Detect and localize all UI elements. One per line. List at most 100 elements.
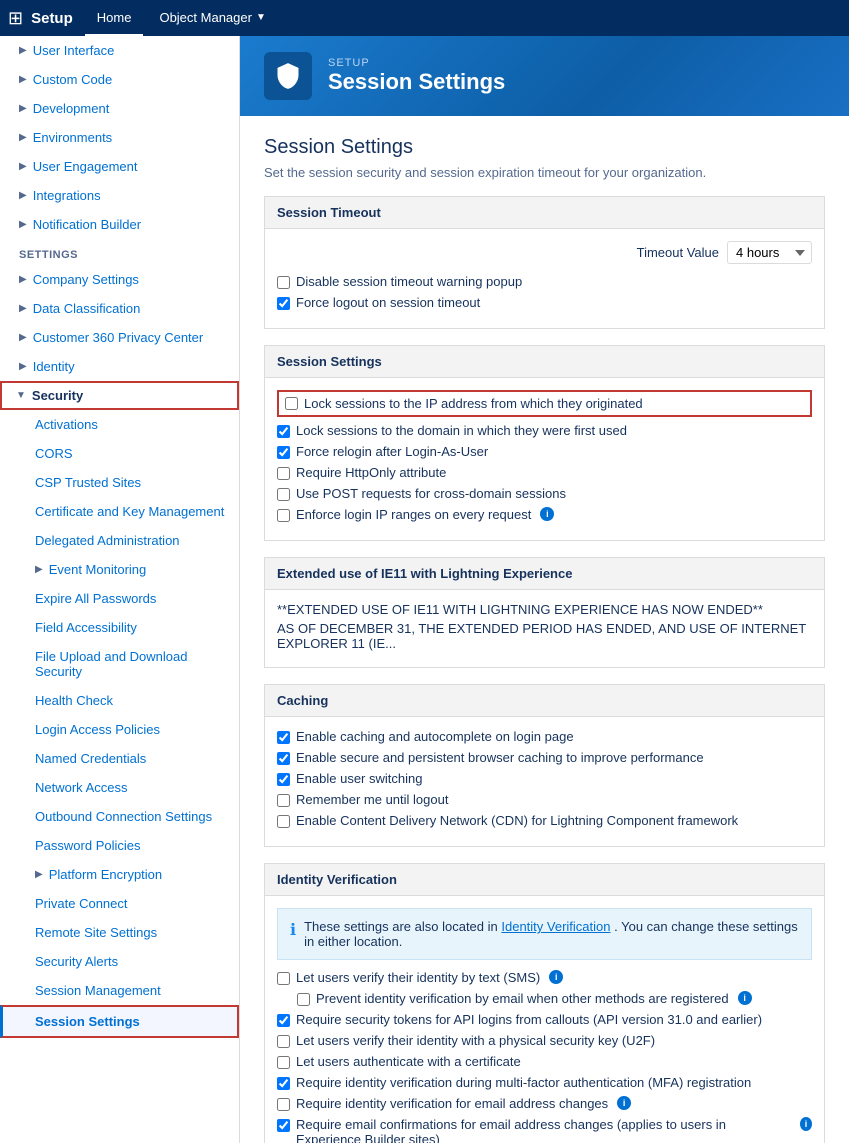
sidebar-item-delegated-admin[interactable]: Delegated Administration <box>0 526 239 555</box>
force-logout-checkbox[interactable] <box>277 297 290 310</box>
email-address-changes-label[interactable]: Require identity verification for email … <box>296 1096 608 1111</box>
identity-verification-link[interactable]: Identity Verification <box>501 919 610 934</box>
enable-caching-label[interactable]: Enable caching and autocomplete on login… <box>296 729 574 744</box>
enforce-ip-row: Enforce login IP ranges on every request… <box>277 507 812 522</box>
sidebar-item-notification-builder[interactable]: ▶ Notification Builder <box>0 210 239 239</box>
tab-home[interactable]: Home <box>85 0 144 36</box>
httponly-label[interactable]: Require HttpOnly attribute <box>296 465 446 480</box>
authenticate-certificate-label[interactable]: Let users authenticate with a certificat… <box>296 1054 521 1069</box>
timeout-select[interactable]: 2 hours 4 hours 8 hours 12 hours 24 hour… <box>727 241 812 264</box>
post-requests-label[interactable]: Use POST requests for cross-domain sessi… <box>296 486 566 501</box>
sidebar-item-security[interactable]: ▼ Security <box>0 381 239 410</box>
sidebar-item-data-classification[interactable]: ▶ Data Classification <box>0 294 239 323</box>
sidebar-item-company-settings[interactable]: ▶ Company Settings <box>0 265 239 294</box>
sidebar-item-file-upload-security[interactable]: File Upload and Download Security <box>0 642 239 686</box>
sidebar-item-health-check[interactable]: Health Check <box>0 686 239 715</box>
chevron-right-icon: ▶ <box>19 361 27 372</box>
chevron-right-icon: ▶ <box>19 332 27 343</box>
sidebar-item-named-credentials[interactable]: Named Credentials <box>0 744 239 773</box>
sidebar: ▶ User Interface ▶ Custom Code ▶ Develop… <box>0 36 240 1143</box>
verify-by-text-checkbox[interactable] <box>277 972 290 985</box>
sidebar-item-identity[interactable]: ▶ Identity <box>0 352 239 381</box>
enable-user-switching-label[interactable]: Enable user switching <box>296 771 422 786</box>
prevent-email-verification-checkbox[interactable] <box>297 993 310 1006</box>
info-icon-email-changes[interactable]: i <box>617 1096 631 1110</box>
remember-me-label[interactable]: Remember me until logout <box>296 792 448 807</box>
sidebar-item-platform-encryption[interactable]: ▶ Platform Encryption <box>0 860 239 889</box>
lock-domain-label[interactable]: Lock sessions to the domain in which the… <box>296 423 627 438</box>
mfa-registration-label[interactable]: Require identity verification during mul… <box>296 1075 751 1090</box>
sidebar-item-user-engagement[interactable]: ▶ User Engagement <box>0 152 239 181</box>
content-title: Session Settings <box>264 136 825 159</box>
sidebar-item-cors[interactable]: CORS <box>0 439 239 468</box>
chevron-right-icon: ▶ <box>19 74 27 85</box>
post-requests-checkbox[interactable] <box>277 488 290 501</box>
enforce-ip-label[interactable]: Enforce login IP ranges on every request <box>296 507 531 522</box>
ie11-line1: **EXTENDED USE OF IE11 WITH LIGHTNING EX… <box>277 602 812 617</box>
force-logout-label[interactable]: Force logout on session timeout <box>296 295 480 310</box>
sidebar-item-network-access[interactable]: Network Access <box>0 773 239 802</box>
verify-by-text-label[interactable]: Let users verify their identity by text … <box>296 970 540 985</box>
sidebar-item-remote-site-settings[interactable]: Remote Site Settings <box>0 918 239 947</box>
grid-icon[interactable]: ⊞ <box>8 8 23 29</box>
sidebar-item-event-monitoring[interactable]: ▶ Event Monitoring <box>0 555 239 584</box>
sidebar-item-security-alerts[interactable]: Security Alerts <box>0 947 239 976</box>
disable-timeout-warning-label[interactable]: Disable session timeout warning popup <box>296 274 522 289</box>
sidebar-item-environments[interactable]: ▶ Environments <box>0 123 239 152</box>
cdn-label[interactable]: Enable Content Delivery Network (CDN) fo… <box>296 813 738 828</box>
sidebar-item-expire-passwords[interactable]: Expire All Passwords <box>0 584 239 613</box>
sidebar-item-login-access-policies[interactable]: Login Access Policies <box>0 715 239 744</box>
lock-ip-label[interactable]: Lock sessions to the IP address from whi… <box>304 396 643 411</box>
sidebar-item-activations[interactable]: Activations <box>0 410 239 439</box>
chevron-right-icon: ▶ <box>35 869 43 880</box>
sidebar-item-csp-trusted-sites[interactable]: CSP Trusted Sites <box>0 468 239 497</box>
sidebar-item-development[interactable]: ▶ Development <box>0 94 239 123</box>
enable-user-switching-checkbox[interactable] <box>277 773 290 786</box>
tab-object-manager[interactable]: Object Manager ▼ <box>147 0 277 36</box>
sidebar-item-user-interface[interactable]: ▶ User Interface <box>0 36 239 65</box>
persistent-browser-cache-label[interactable]: Enable secure and persistent browser cac… <box>296 750 704 765</box>
sidebar-item-certificate-key-management[interactable]: Certificate and Key Management <box>0 497 239 526</box>
enable-caching-checkbox[interactable] <box>277 731 290 744</box>
enforce-ip-checkbox[interactable] <box>277 509 290 522</box>
chevron-right-icon: ▶ <box>19 190 27 201</box>
physical-security-key-row: Let users verify their identity with a p… <box>277 1033 812 1048</box>
physical-security-key-label[interactable]: Let users verify their identity with a p… <box>296 1033 655 1048</box>
cdn-checkbox[interactable] <box>277 815 290 828</box>
sidebar-item-session-management[interactable]: Session Management <box>0 976 239 1005</box>
info-icon-enforce-ip[interactable]: i <box>540 507 554 521</box>
mfa-registration-checkbox[interactable] <box>277 1077 290 1090</box>
info-icon-prevent-email[interactable]: i <box>738 991 752 1005</box>
sidebar-item-integrations[interactable]: ▶ Integrations <box>0 181 239 210</box>
identity-verification-info: ℹ These settings are also located in Ide… <box>277 908 812 960</box>
physical-security-key-checkbox[interactable] <box>277 1035 290 1048</box>
force-relogin-row: Force relogin after Login-As-User <box>277 444 812 459</box>
sidebar-item-private-connect[interactable]: Private Connect <box>0 889 239 918</box>
persistent-browser-cache-checkbox[interactable] <box>277 752 290 765</box>
prevent-email-verification-label[interactable]: Prevent identity verification by email w… <box>316 991 729 1006</box>
sidebar-item-outbound-connection[interactable]: Outbound Connection Settings <box>0 802 239 831</box>
disable-timeout-warning-checkbox[interactable] <box>277 276 290 289</box>
sidebar-item-password-policies[interactable]: Password Policies <box>0 831 239 860</box>
force-relogin-label[interactable]: Force relogin after Login-As-User <box>296 444 488 459</box>
remember-me-checkbox[interactable] <box>277 794 290 807</box>
authenticate-certificate-checkbox[interactable] <box>277 1056 290 1069</box>
sidebar-item-customer360[interactable]: ▶ Customer 360 Privacy Center <box>0 323 239 352</box>
sidebar-item-field-accessibility[interactable]: Field Accessibility <box>0 613 239 642</box>
force-relogin-checkbox[interactable] <box>277 446 290 459</box>
sidebar-item-custom-code[interactable]: ▶ Custom Code <box>0 65 239 94</box>
content-area: Session Settings Set the session securit… <box>240 116 849 1143</box>
identity-verification-section: Identity Verification ℹ These settings a… <box>264 863 825 1143</box>
email-confirmations-label[interactable]: Require email confirmations for email ad… <box>296 1117 791 1143</box>
security-tokens-checkbox[interactable] <box>277 1014 290 1027</box>
lock-domain-checkbox[interactable] <box>277 425 290 438</box>
lock-ip-checkbox[interactable] <box>285 397 298 410</box>
httponly-checkbox[interactable] <box>277 467 290 480</box>
security-tokens-label[interactable]: Require security tokens for API logins f… <box>296 1012 762 1027</box>
email-confirmations-checkbox[interactable] <box>277 1119 290 1132</box>
sidebar-item-session-settings[interactable]: Session Settings <box>0 1005 239 1038</box>
info-icon-verify-text[interactable]: i <box>549 970 563 984</box>
ie11-header: Extended use of IE11 with Lightning Expe… <box>264 557 825 589</box>
info-icon-email-confirmations[interactable]: i <box>800 1117 812 1131</box>
email-address-changes-checkbox[interactable] <box>277 1098 290 1111</box>
